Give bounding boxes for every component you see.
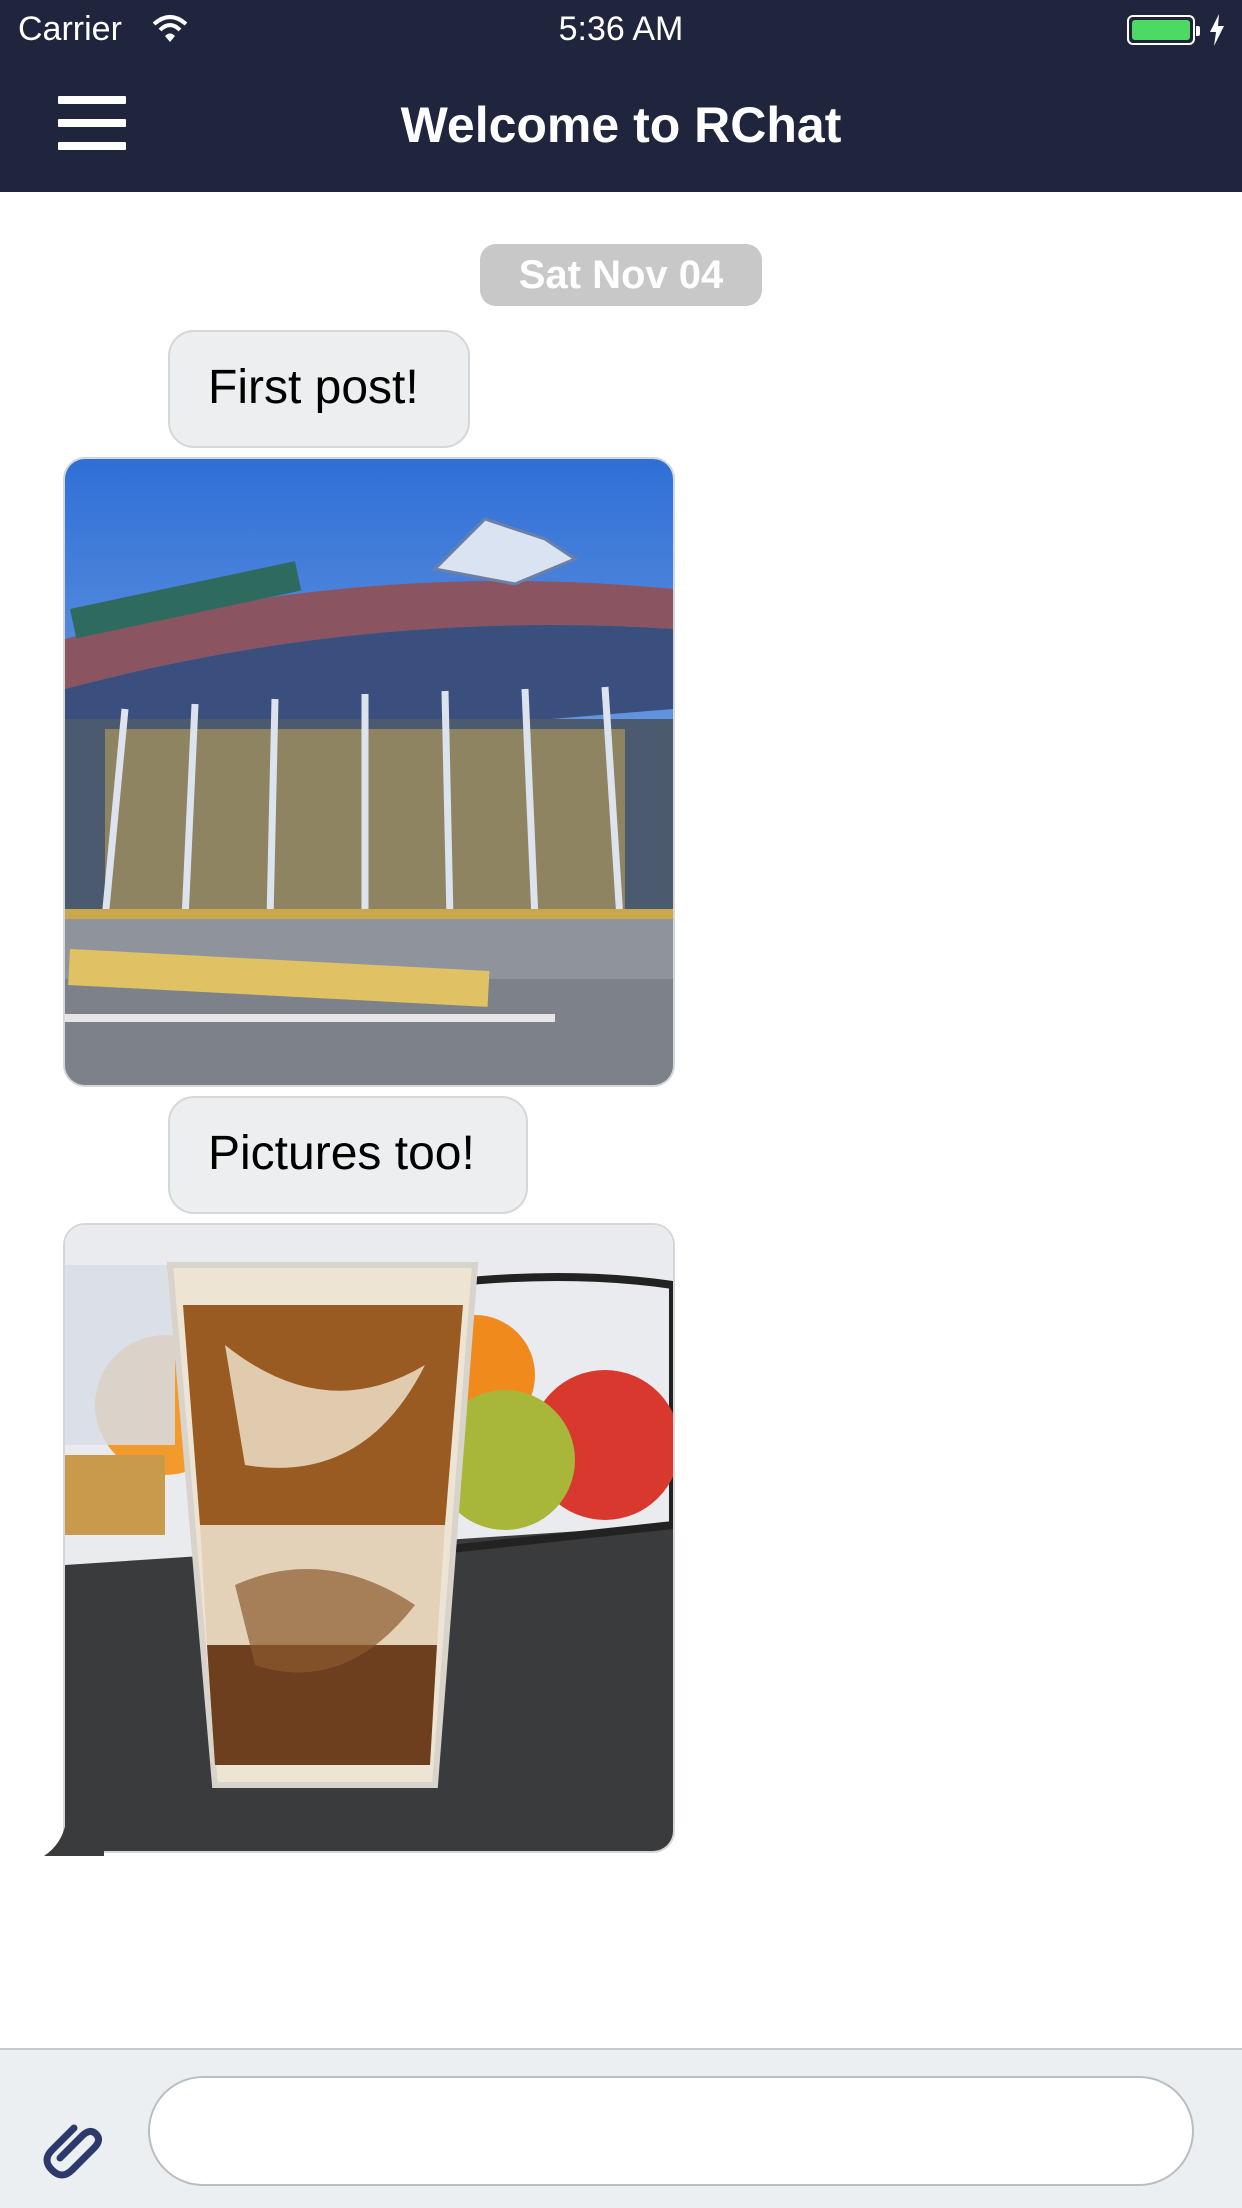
message-input[interactable]: [148, 2076, 1194, 2186]
bubble-tail-icon: [44, 1822, 104, 1856]
app-header: Carrier 5:36 AM Welcome to RChat: [0, 0, 1242, 192]
message-photo-museum[interactable]: [63, 457, 675, 1087]
charging-bolt-icon: [1210, 14, 1224, 46]
page-title: Welcome to RChat: [400, 97, 842, 153]
message-bubble[interactable]: First post!: [168, 330, 470, 448]
status-time: 5:36 AM: [558, 10, 684, 48]
battery-icon: [1127, 15, 1200, 45]
composer-bar: [0, 2048, 1242, 2208]
message-bubble[interactable]: Pictures too!: [168, 1096, 528, 1214]
attach-icon[interactable]: [38, 2108, 110, 2180]
message-photo-iced-coffee[interactable]: [63, 1223, 675, 1853]
date-separator: Sat Nov 04: [480, 244, 762, 306]
status-bar: Carrier 5:36 AM: [0, 0, 1242, 62]
